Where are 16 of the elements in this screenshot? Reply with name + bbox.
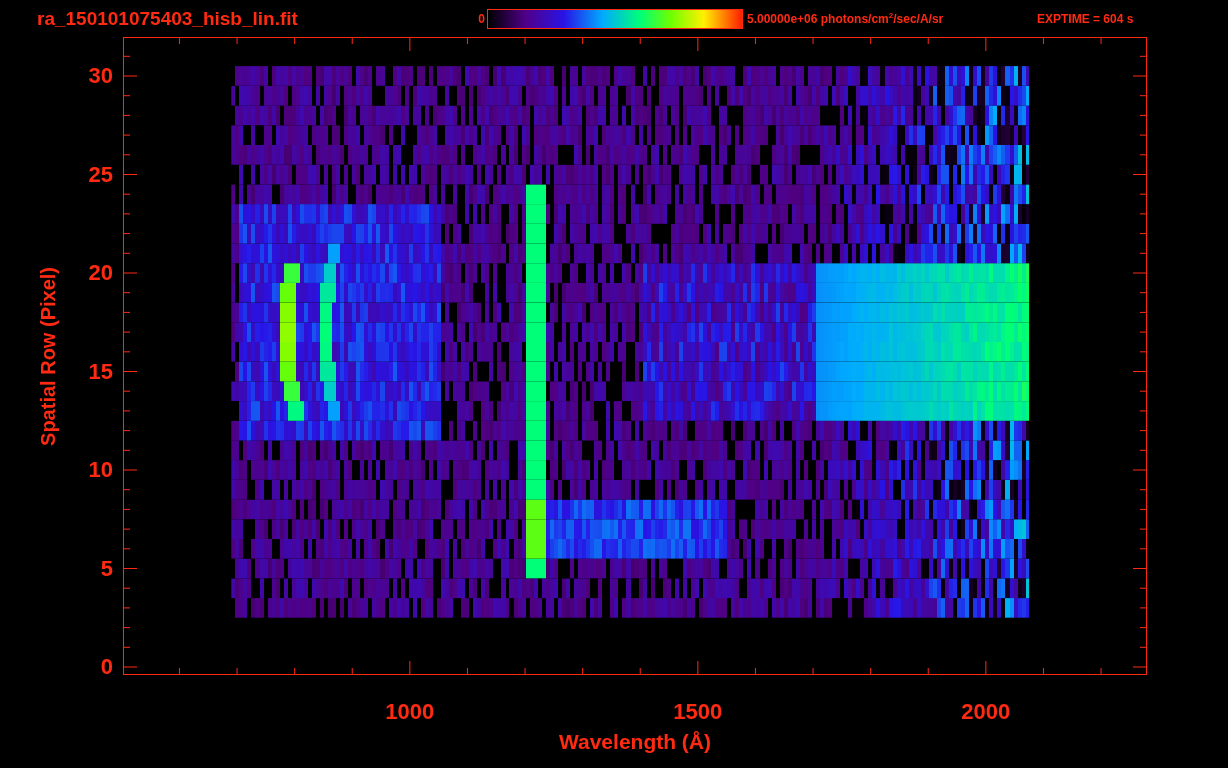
file-name-title: ra_150101075403_hisb_lin.fit: [37, 7, 299, 30]
y-axis-label: Spatial Row (Pixel): [37, 266, 60, 446]
y-tick-label: 20: [88, 260, 113, 286]
x-axis-label: Wavelength (Å): [558, 730, 712, 754]
x-tick-label: 1000: [385, 699, 435, 725]
x-tick-label: 1500: [673, 699, 723, 725]
colorbar-max-label: 5.00000e+06 photons/cm$^{2}$/sec/A/sr: [747, 11, 945, 26]
x-tick-label: 2000: [961, 699, 1011, 725]
colorbar-min-label: 0: [477, 11, 485, 26]
y-tick-label: 10: [88, 457, 113, 483]
exposure-time-label: EXPTIME = 604 s: [1037, 11, 1134, 26]
y-tick-label: 25: [88, 161, 113, 188]
y-tick-label: 30: [88, 63, 113, 89]
y-tick-label: 5: [100, 555, 113, 582]
y-tick-label: 15: [88, 358, 113, 385]
y-tick-label: 0: [100, 654, 113, 680]
